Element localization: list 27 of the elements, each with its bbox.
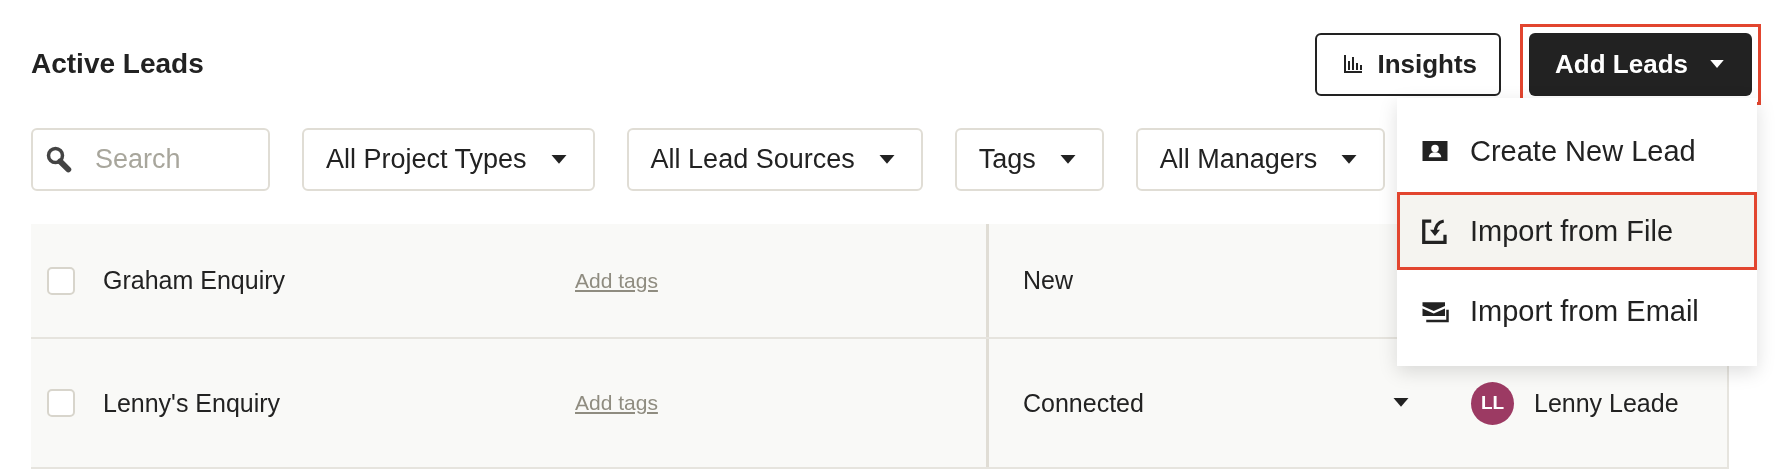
import-icon: [1420, 216, 1450, 246]
add-leads-button[interactable]: Add Leads: [1529, 32, 1752, 96]
menu-item[interactable]: Create New Lead: [1397, 112, 1757, 190]
menu-item[interactable]: Import from Email: [1397, 272, 1757, 350]
manager-name: Lenny Leade: [1534, 388, 1679, 418]
caret-icon: [1710, 59, 1724, 69]
filter-dropdown[interactable]: All Lead Sources: [626, 128, 923, 191]
page-title: Active Leads: [31, 48, 204, 80]
status-label: New: [1023, 266, 1074, 295]
caret-icon: [1059, 154, 1076, 165]
row-checkbox[interactable]: [47, 389, 75, 417]
search-icon: [45, 145, 73, 173]
lead-name: Graham Enquiry: [103, 266, 287, 295]
caret-icon: [1341, 154, 1358, 165]
status-label: Connected: [1023, 388, 1145, 418]
search-field[interactable]: Search: [31, 128, 270, 191]
filter-dropdown[interactable]: All Project Types: [302, 128, 595, 191]
caret-icon: [550, 154, 567, 165]
caret-icon[interactable]: [1393, 398, 1409, 408]
avatar: LL: [1471, 381, 1514, 425]
caret-icon: [878, 154, 895, 165]
menu-item[interactable]: Import from File: [1397, 192, 1757, 270]
row-checkbox[interactable]: [47, 266, 75, 295]
insights-button[interactable]: Insights: [1315, 32, 1502, 96]
filter-dropdown[interactable]: All Managers: [1135, 128, 1386, 191]
lead-name: Lenny's Enquiry: [103, 388, 282, 418]
filter-dropdown[interactable]: Tags: [954, 128, 1104, 191]
